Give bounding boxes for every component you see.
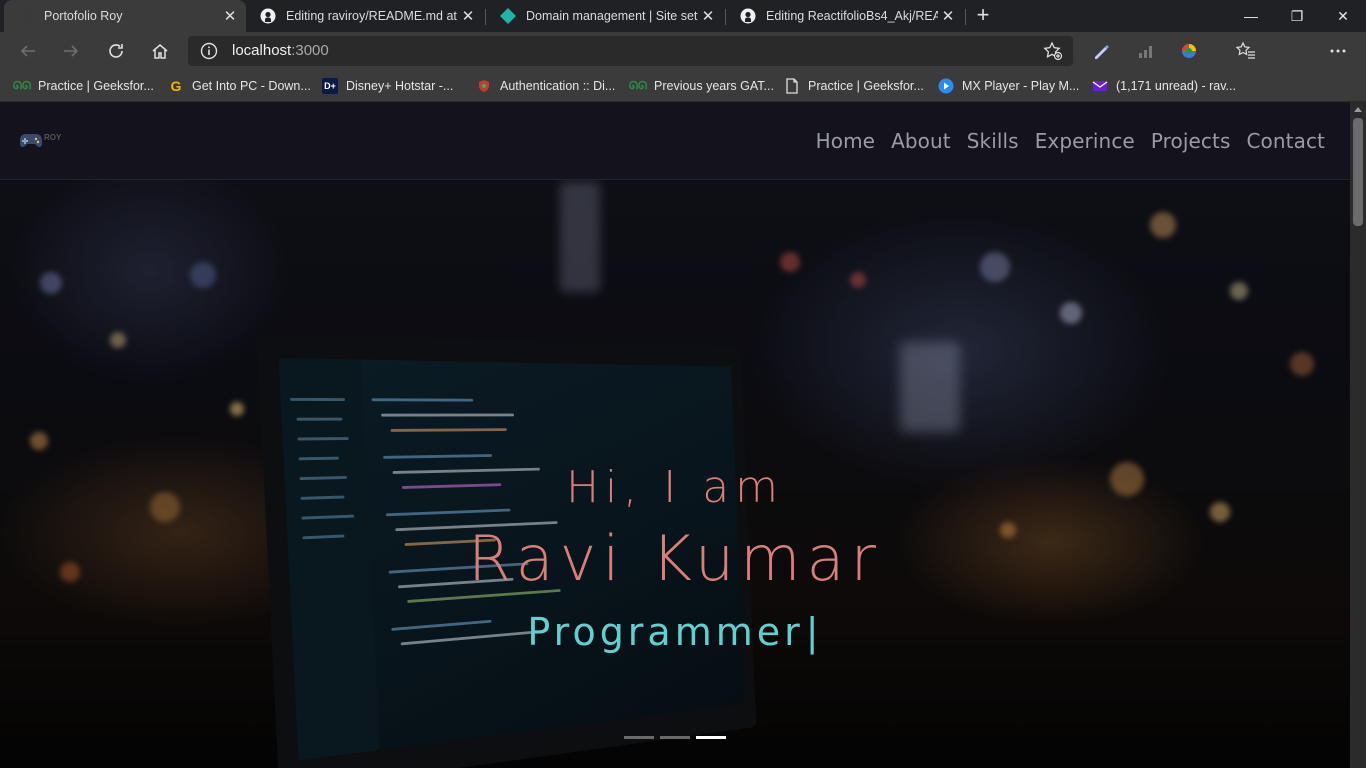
tab-netlify-domain[interactable]: Domain management | Site setti ✕ bbox=[486, 0, 724, 32]
tab-github-readme[interactable]: Editing raviroy/README.md at m ✕ bbox=[246, 0, 484, 32]
refresh-icon bbox=[109, 44, 123, 58]
back-button[interactable] bbox=[13, 36, 43, 66]
tab-close-icon[interactable]: ✕ bbox=[938, 7, 958, 25]
bookmark-item[interactable]: ᘏᘏ Previous years GAT... bbox=[628, 77, 774, 95]
back-arrow-icon bbox=[20, 45, 35, 57]
nav-about[interactable]: About bbox=[891, 129, 951, 153]
signal-extension-icon[interactable] bbox=[1135, 40, 1157, 62]
main-nav: Home About Skills Experince Projects Con… bbox=[816, 129, 1325, 153]
tab-strip: Portofolio Roy ✕ Editing raviroy/README.… bbox=[0, 0, 1366, 32]
hero-overlay bbox=[0, 102, 1350, 768]
scrollbar-thumb[interactable] bbox=[1353, 118, 1363, 226]
bookmark-item[interactable]: D+ Disney+ Hotstar -... bbox=[322, 77, 453, 95]
yahoo-mail-icon bbox=[1092, 78, 1108, 94]
github-icon bbox=[260, 8, 276, 24]
tab-title: Portofolio Roy bbox=[44, 9, 123, 23]
typing-cursor: | bbox=[805, 610, 823, 654]
address-url[interactable]: localhost:3000 bbox=[232, 42, 329, 59]
bookmark-label: Previous years GAT... bbox=[654, 79, 774, 93]
gfg-icon: ᘏᘏ bbox=[628, 79, 648, 92]
forward-arrow-icon bbox=[64, 45, 79, 57]
netlify-icon bbox=[500, 8, 516, 24]
nav-contact[interactable]: Contact bbox=[1246, 129, 1325, 153]
bookmark-label: Get Into PC - Down... bbox=[192, 79, 311, 93]
bookmark-item[interactable]: (1,171 unread) - rav... bbox=[1092, 77, 1236, 95]
bookmark-label: Practice | Geeksfor... bbox=[808, 79, 924, 93]
logo-text: ROY bbox=[44, 133, 62, 142]
forward-button[interactable] bbox=[56, 36, 86, 66]
tab-github-reactifolio[interactable]: Editing ReactifolioBs4_Akj/READI ✕ bbox=[726, 0, 964, 32]
bookmark-item[interactable]: Practice | Geeksfor... bbox=[784, 77, 924, 95]
tab-title: Editing ReactifolioBs4_Akj/READI bbox=[766, 9, 938, 23]
hero-typed-role: Programmer| bbox=[0, 610, 1350, 654]
page-scrollbar[interactable] bbox=[1350, 102, 1366, 768]
hotstar-icon: D+ bbox=[322, 78, 338, 94]
carousel-indicator[interactable] bbox=[660, 736, 690, 739]
more-options-icon[interactable] bbox=[1327, 40, 1349, 62]
site-header: ROY Home About Skills Experince Projects… bbox=[0, 102, 1350, 180]
home-button[interactable] bbox=[145, 36, 175, 66]
home-icon bbox=[152, 44, 168, 59]
close-window-button[interactable]: ✕ bbox=[1320, 0, 1366, 32]
carousel-indicator[interactable] bbox=[624, 736, 654, 739]
hero-greeting: Hi, I am bbox=[565, 462, 785, 513]
site-info-icon bbox=[200, 42, 218, 60]
bookmark-label: Disney+ Hotstar -... bbox=[346, 79, 454, 93]
address-bar[interactable]: localhost:3000 bbox=[188, 36, 1073, 66]
nav-home[interactable]: Home bbox=[816, 129, 875, 153]
bookmark-label: MX Player - Play M... bbox=[962, 79, 1080, 93]
g-icon: G bbox=[170, 78, 182, 94]
mx-player-icon bbox=[938, 78, 954, 94]
tab-close-icon[interactable]: ✕ bbox=[698, 7, 718, 25]
tab-title: Domain management | Site setti bbox=[526, 9, 698, 23]
bookmark-item[interactable]: ᘏᘏ Practice | Geeksfor... bbox=[12, 77, 154, 95]
tab-title: Editing raviroy/README.md at m bbox=[286, 9, 458, 23]
colorful-extension-icon[interactable] bbox=[1178, 40, 1200, 62]
carousel-indicator-active[interactable] bbox=[696, 736, 726, 739]
tab-close-icon[interactable]: ✕ bbox=[220, 7, 240, 25]
refresh-button[interactable] bbox=[101, 36, 131, 66]
github-icon bbox=[740, 8, 756, 24]
bookmark-label: Authentication :: Di... bbox=[500, 79, 616, 93]
tab-portfolio[interactable]: Portofolio Roy ✕ bbox=[4, 0, 246, 32]
carousel-indicators bbox=[624, 736, 726, 739]
tab-close-icon[interactable]: ✕ bbox=[458, 7, 478, 25]
page-viewport: ROY Home About Skills Experince Projects… bbox=[0, 102, 1350, 768]
bookmark-label: (1,171 unread) - rav... bbox=[1116, 79, 1236, 93]
nav-experience[interactable]: Experince bbox=[1035, 129, 1135, 153]
bookmark-item[interactable]: MX Player - Play M... bbox=[938, 77, 1079, 95]
dark-favicon-icon bbox=[18, 8, 34, 24]
site-logo[interactable]: ROY bbox=[18, 130, 64, 152]
bookmarks-bar: ᘏᘏ Practice | Geeksfor... G Get Into PC … bbox=[0, 70, 1366, 102]
favorites-icon[interactable] bbox=[1235, 40, 1257, 62]
shield-icon bbox=[476, 78, 492, 94]
scroll-up-arrow-icon[interactable] bbox=[1354, 107, 1362, 112]
nav-skills[interactable]: Skills bbox=[967, 129, 1019, 153]
minimize-button[interactable]: — bbox=[1228, 0, 1274, 32]
browser-toolbar: localhost:3000 bbox=[0, 32, 1366, 96]
gfg-icon: ᘏᘏ bbox=[12, 79, 32, 92]
tab-separator bbox=[965, 9, 966, 25]
new-tab-button[interactable]: + bbox=[972, 3, 994, 29]
pen-extension-icon[interactable] bbox=[1090, 40, 1112, 62]
bookmark-label: Practice | Geeksfor... bbox=[38, 79, 154, 93]
hero-name: Ravi Kumar bbox=[467, 522, 883, 595]
add-favorite-icon bbox=[1043, 41, 1063, 61]
bookmark-item[interactable]: Authentication :: Di... bbox=[476, 77, 615, 95]
hero-section bbox=[0, 102, 1350, 768]
bookmark-item[interactable]: G Get Into PC - Down... bbox=[168, 77, 311, 95]
typed-text: Programmer bbox=[527, 610, 804, 654]
nav-projects[interactable]: Projects bbox=[1151, 129, 1231, 153]
page-icon bbox=[784, 78, 800, 94]
restore-button[interactable]: ❐ bbox=[1274, 0, 1320, 32]
